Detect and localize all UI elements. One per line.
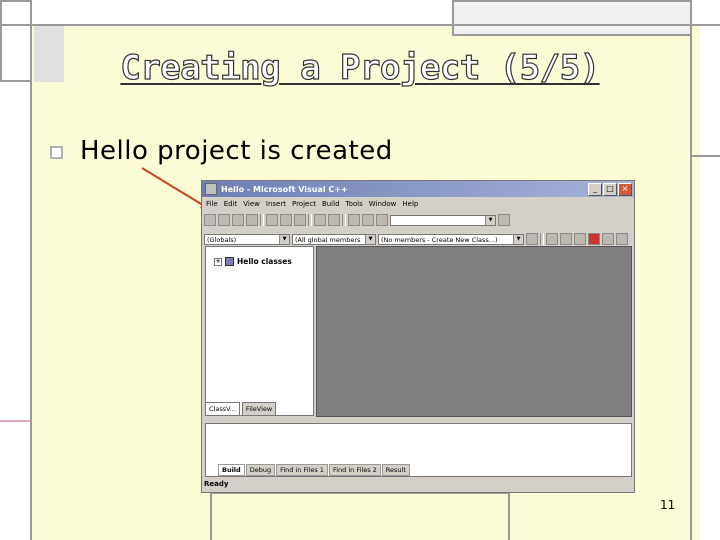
copy-icon[interactable] [280,214,292,226]
bullet-text: Hello project is created [80,136,393,166]
toolbar-separator [540,233,544,245]
menu-bar: File Edit View Insert Project Build Tool… [202,198,634,210]
tree-item-label: Hello classes [237,257,292,266]
paste-icon[interactable] [294,214,306,226]
tab-classview[interactable]: ClassV... [205,402,240,416]
menu-file[interactable]: File [206,200,218,208]
window-title: Hello - Microsoft Visual C++ [221,184,348,194]
bullet-icon [50,146,63,159]
app-icon [205,183,217,195]
redo-icon[interactable] [328,214,340,226]
class-combo[interactable]: (No members - Create New Class...) [378,233,524,245]
menu-project[interactable]: Project [292,200,316,208]
decor-box-bottom [210,492,510,540]
window-titlebar[interactable]: Hello - Microsoft Visual C++ _ □ × [202,181,634,197]
menu-edit[interactable]: Edit [224,200,238,208]
output-pane: Build Debug Find in Files 1 Find in File… [205,423,632,477]
decor-box-top-right [452,0,692,36]
classes-icon [225,257,234,266]
menu-tools[interactable]: Tools [346,200,363,208]
workspace-icon[interactable] [348,214,360,226]
expand-icon[interactable]: + [214,257,222,266]
undo-icon[interactable] [314,214,326,226]
toolbar-separator [308,214,312,226]
menu-help[interactable]: Help [402,200,418,208]
new-file-icon[interactable] [204,214,216,226]
find-icon[interactable] [498,214,510,226]
cut-icon[interactable] [266,214,278,226]
decor-line [690,155,720,157]
tab-fileview[interactable]: FileView [241,402,277,416]
output-tabs: Build Debug Find in Files 1 Find in File… [218,464,410,476]
save-icon[interactable] [232,214,244,226]
menu-insert[interactable]: Insert [266,200,286,208]
tab-results[interactable]: Result [381,464,410,476]
members-combo[interactable]: (All global members [292,233,376,245]
save-all-icon[interactable] [246,214,258,226]
toolbar-separator [260,214,264,226]
breakpoint-icon[interactable] [616,233,628,245]
tab-find-in-files-1[interactable]: Find in Files 1 [276,464,328,476]
toolbar-separator [342,214,346,226]
go-icon[interactable] [602,233,614,245]
tab-build[interactable]: Build [218,464,245,476]
status-bar: Ready [204,480,229,488]
decor-line [0,24,720,26]
output-icon[interactable] [362,214,374,226]
wizard-toolbar: (Globals) (All global members (No member… [204,231,628,247]
globals-combo[interactable]: (Globals) [204,233,290,245]
menu-window[interactable]: Window [369,200,397,208]
menu-build[interactable]: Build [322,200,340,208]
slide-number: 11 [660,498,676,512]
tab-find-in-files-2[interactable]: Find in Files 2 [328,464,381,476]
workspace-tabs: ClassV... FileView [205,402,277,416]
editor-area [316,246,632,417]
wizard-action-icon[interactable] [526,233,538,245]
slide-title: Creating a Project (5/5) [120,47,601,88]
stop-build-icon[interactable] [574,233,586,245]
build-icon[interactable] [560,233,572,245]
tab-debug[interactable]: Debug [245,464,276,476]
open-folder-icon[interactable] [218,214,230,226]
maximize-button[interactable]: □ [603,183,617,196]
find-combo[interactable] [390,214,496,226]
decor-line [0,420,30,422]
compile-icon[interactable] [546,233,558,245]
ide-window: Hello - Microsoft Visual C++ _ □ × File … [201,180,635,493]
minimize-button[interactable]: _ [588,183,602,196]
execute-icon[interactable] [588,233,600,245]
tree-item-hello-classes[interactable]: + Hello classes [214,257,292,266]
windows-icon[interactable] [376,214,388,226]
close-button[interactable]: × [618,183,632,196]
menu-view[interactable]: View [243,200,260,208]
workspace-pane: + Hello classes [205,246,314,416]
standard-toolbar [204,212,510,228]
